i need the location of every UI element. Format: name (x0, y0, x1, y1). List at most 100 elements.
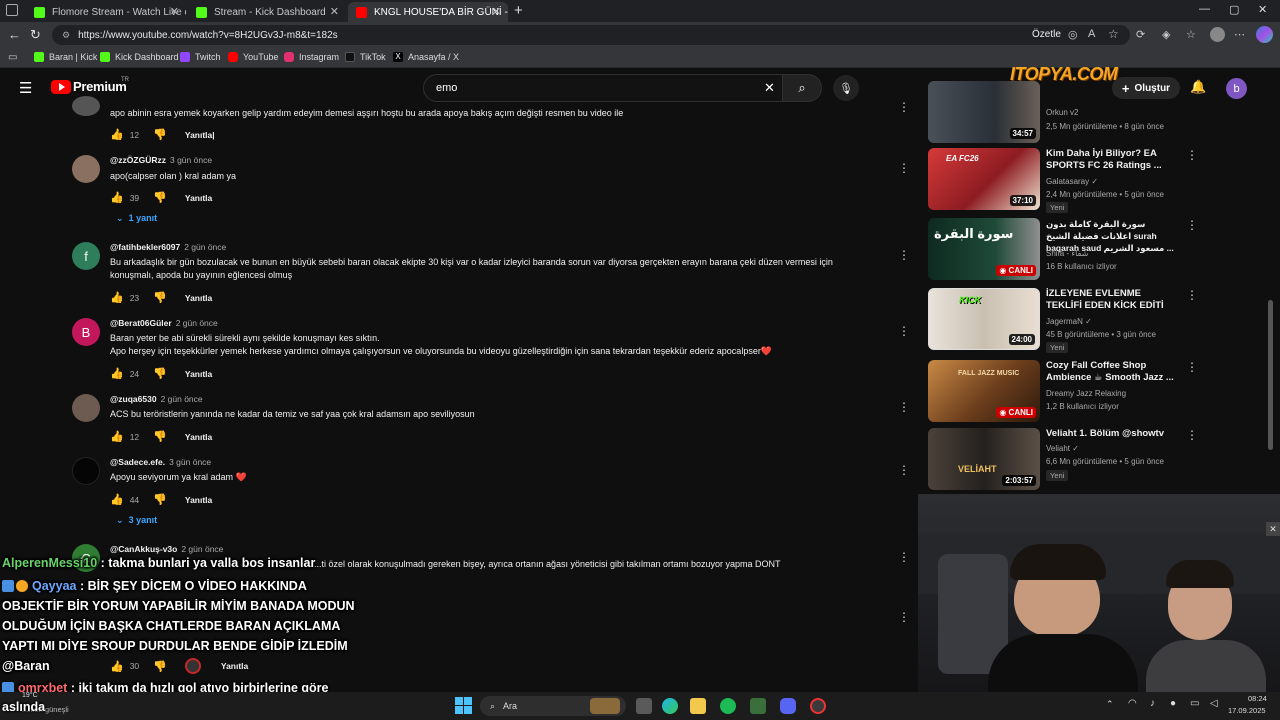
comment-more-icon[interactable]: ⋮ (898, 161, 910, 175)
comment-avatar[interactable]: B (72, 318, 100, 346)
favorites-icon[interactable]: ☆ (1186, 28, 1196, 41)
reply-button[interactable]: Yanıtla (185, 369, 212, 379)
reload-icon[interactable]: ↻ (30, 27, 41, 43)
url-input[interactable]: ⚙ https://www.youtube.com/watch?v=8H2UGv… (52, 25, 1130, 45)
video-more-icon[interactable]: ⋮ (1186, 218, 1198, 232)
comment-time[interactable]: 3 gün önce (169, 457, 211, 467)
voice-search-button[interactable]: 🎙 (833, 75, 859, 101)
comment-more-icon[interactable]: ⋮ (898, 100, 910, 114)
comment-more-icon[interactable]: ⋮ (898, 324, 910, 338)
copilot-icon[interactable] (1256, 26, 1273, 43)
bookmark-star-icon[interactable]: ☆ (1108, 27, 1119, 41)
comment-time[interactable]: 2 gün önce (184, 242, 226, 252)
like-icon[interactable]: 👍 (110, 430, 124, 443)
profile-avatar[interactable] (1210, 27, 1225, 42)
video-thumbnail[interactable]: VELİAHT 2:03:57 (928, 428, 1040, 490)
close-tab-icon[interactable]: ✕ (492, 5, 501, 18)
youtube-logo-icon[interactable] (51, 80, 71, 94)
video-channel[interactable]: Shifa - شفاء (1046, 249, 1088, 258)
related-video-item[interactable]: EA FC26 37:10 Kim Daha İyi Biliyor? EA S… (928, 148, 1198, 213)
comment-time[interactable]: 2 gün önce (181, 544, 223, 554)
tab-flomore[interactable]: Flomore Stream - Watch Live on ✕ (26, 2, 186, 22)
video-thumbnail[interactable]: EA FC26 37:10 (928, 148, 1040, 210)
dislike-icon[interactable]: 👎 (153, 191, 167, 204)
comment-more-icon[interactable]: ⋮ (898, 463, 910, 477)
windows-start-icon[interactable] (455, 697, 472, 714)
edge-icon[interactable] (662, 698, 678, 714)
reply-button[interactable]: Yanıtla (185, 495, 212, 505)
comment-author[interactable]: @Sadece.efe. (110, 457, 165, 467)
spotify-icon[interactable] (720, 698, 736, 714)
tab-kick-dashboard[interactable]: Stream - Kick Dashboard ✕ (188, 2, 346, 22)
scrollbar-thumb[interactable] (1268, 300, 1273, 450)
like-icon[interactable]: 👍 (110, 291, 124, 304)
extensions-icon[interactable]: ⟳ (1136, 28, 1145, 41)
reader-icon[interactable]: A (1088, 28, 1095, 40)
video-title[interactable]: İZLEYENE EVLENME TEKLİFİ EDEN KİCK EDİTİ (1046, 288, 1174, 312)
sidebar-toggle-icon[interactable] (6, 4, 18, 16)
comment-avatar[interactable] (72, 155, 100, 183)
comment-avatar[interactable]: f (72, 242, 100, 270)
tab-youtube-video[interactable]: KNGL HOUSE'DA BİR GÜNİ - You ✕ (348, 2, 508, 22)
dislike-icon[interactable]: 👎 (153, 367, 167, 380)
video-more-icon[interactable]: ⋮ (1186, 288, 1198, 302)
clear-search-icon[interactable]: ✕ (764, 80, 775, 96)
bookmark-youtube[interactable]: YouTube (228, 52, 278, 62)
overlay-close-icon[interactable]: ✕ (1266, 522, 1280, 536)
create-button[interactable]: + Oluştur (1112, 77, 1180, 99)
minimize-icon[interactable]: — (1199, 3, 1210, 15)
comment-time[interactable]: 3 gün önce (170, 155, 212, 165)
video-channel-row[interactable]: Veliaht ✓ (1046, 444, 1079, 453)
close-tab-icon[interactable]: ✕ (330, 5, 339, 18)
like-icon[interactable]: 👍 (110, 367, 124, 380)
video-channel-row[interactable]: JagermaN ✓ (1046, 317, 1092, 326)
video-channel[interactable]: Orkun v2 (1046, 108, 1078, 117)
tray-chevron-icon[interactable]: ⌃ (1106, 699, 1114, 710)
related-video-item[interactable]: VELİAHT 2:03:57 Veliaht 1. Bölüm @showtv… (928, 428, 1198, 490)
reply-button[interactable]: Yanıtla (185, 432, 212, 442)
video-thumbnail[interactable]: سورة البقرة ◉ CANLI (928, 218, 1040, 280)
bookmark-kick-dashboard[interactable]: Kick Dashboard (100, 52, 179, 62)
video-channel[interactable]: Dreamy Jazz Relaxing (1046, 389, 1126, 398)
video-more-icon[interactable]: ⋮ (1186, 360, 1198, 374)
back-arrow-icon[interactable]: ← (8, 27, 21, 42)
user-avatar[interactable]: b (1226, 78, 1247, 99)
bookmark-x[interactable]: X Anasayfa / X (393, 52, 459, 62)
video-title[interactable]: Cozy Fall Coffee Shop Ambience ☕ Smooth … (1046, 360, 1174, 384)
video-more-icon[interactable]: ⋮ (1186, 148, 1198, 162)
video-more-icon[interactable]: ⋮ (1186, 428, 1198, 442)
video-title[interactable]: Veliaht 1. Bölüm @showtv (1046, 428, 1174, 440)
video-thumbnail[interactable]: 34:57 (928, 81, 1040, 143)
comment-more-icon[interactable]: ⋮ (898, 550, 910, 564)
taskbar-search[interactable]: ⌕ Ara (480, 696, 626, 716)
video-channel-row[interactable]: Galatasaray ✓ (1046, 177, 1098, 186)
related-video-item[interactable]: FALL JAZZ MUSIC ◉ CANLI Cozy Fall Coffee… (928, 360, 1198, 422)
bookmark-tiktok[interactable]: TikTok (345, 52, 386, 62)
comment-avatar[interactable] (72, 394, 100, 422)
volume-icon[interactable]: ♪ (1150, 698, 1155, 709)
obs-icon[interactable] (810, 698, 826, 714)
clock-time[interactable]: 08:24 (1248, 694, 1267, 703)
bookmark-twitch[interactable]: Twitch (180, 52, 221, 62)
clock-date[interactable]: 17.09.2025 (1228, 706, 1266, 715)
premium-logo-text[interactable]: Premium (73, 79, 127, 94)
like-icon[interactable]: 👍 (110, 493, 124, 506)
reply-button[interactable]: Yanıtla (221, 661, 248, 671)
weather-temp[interactable]: 19°C (22, 692, 38, 699)
file-explorer-icon[interactable] (690, 698, 706, 714)
video-thumbnail[interactable]: FALL JAZZ MUSIC ◉ CANLI (928, 360, 1040, 422)
bookmark-instagram[interactable]: Instagram (284, 52, 339, 62)
bookmark-baran-kick[interactable]: Baran | Kick (34, 52, 97, 62)
search-button[interactable]: ⌕ (782, 74, 822, 102)
dislike-icon[interactable]: 👎 (153, 291, 167, 304)
dislike-icon[interactable]: 👎 (153, 660, 167, 673)
maximize-icon[interactable]: ▢ (1229, 3, 1239, 16)
show-replies-button[interactable]: ⌄ 1 yanıt (116, 213, 157, 224)
related-video-item[interactable]: 34:57 Orkun v2 2,5 Mn görüntüleme • 8 gü… (928, 81, 1198, 143)
notifications-bell-icon[interactable]: 🔔 (1190, 79, 1206, 95)
summarize-button[interactable]: Özetle (1032, 29, 1061, 40)
comment-author[interactable]: @zzÖZGÜRzz (110, 155, 166, 165)
comment-more-icon[interactable]: ⋮ (898, 400, 910, 414)
like-icon[interactable]: 👍 (110, 660, 124, 673)
new-tab-button[interactable]: + (514, 2, 523, 19)
